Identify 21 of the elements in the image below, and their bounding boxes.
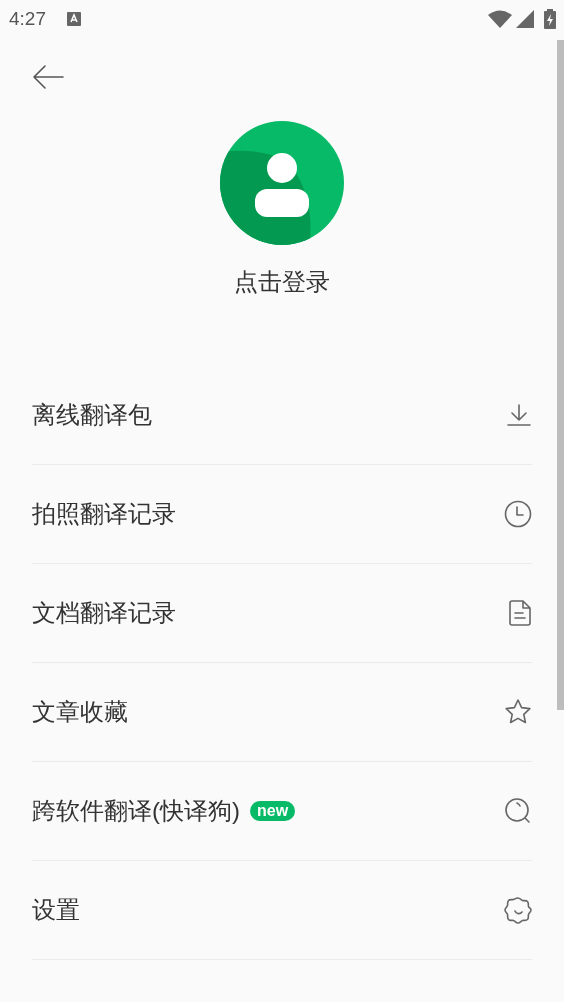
wifi-icon: [488, 10, 512, 28]
search-icon: [504, 797, 532, 825]
menu-item[interactable]: 文档翻译记录: [32, 564, 532, 663]
status-time: 4:27: [9, 6, 46, 31]
avatar-icon[interactable]: [219, 120, 345, 246]
menu-item[interactable]: 设置: [32, 861, 532, 960]
signal-icon: [516, 10, 534, 28]
menu-item[interactable]: 跨软件翻译(快译狗) new: [32, 762, 532, 861]
star-icon: [504, 698, 532, 726]
back-button[interactable]: [32, 63, 64, 91]
document-icon: [508, 600, 532, 626]
battery-charging-icon: [544, 9, 556, 29]
menu-item[interactable]: 拍照翻译记录: [32, 465, 532, 564]
menu-item[interactable]: 文章收藏: [32, 663, 532, 762]
clock-icon: [504, 500, 532, 528]
menu-item[interactable]: 离线翻译包: [32, 366, 532, 465]
download-icon: [506, 402, 532, 428]
login-label[interactable]: 点击登录: [234, 264, 330, 300]
gear-icon: [504, 896, 532, 924]
keyboard-app-icon: [66, 11, 82, 27]
new-badge: new: [250, 801, 296, 821]
